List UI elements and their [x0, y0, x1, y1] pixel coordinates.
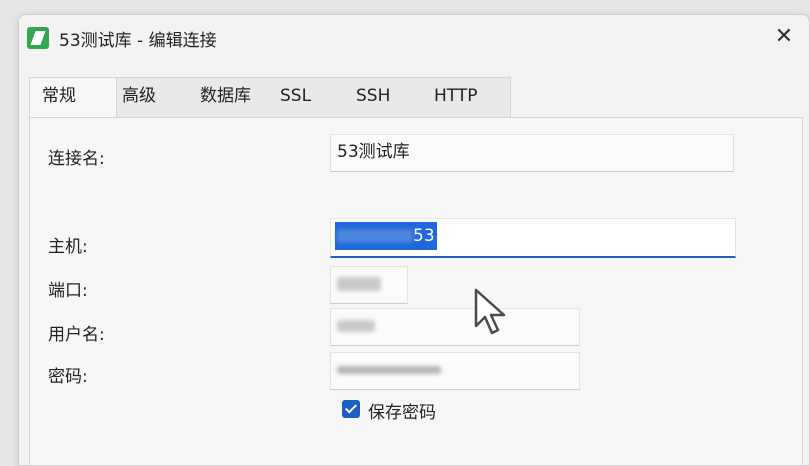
- password-masked: [337, 366, 441, 374]
- port-input[interactable]: [330, 266, 408, 304]
- tab-general-label: 常规: [42, 86, 76, 106]
- window-title: 53测试库 - 编辑连接: [59, 31, 217, 51]
- username-label: 用户名:: [48, 325, 105, 345]
- connection-name-input[interactable]: 53测试库: [330, 134, 734, 172]
- host-selected-text: 53: [335, 222, 437, 250]
- tab-ssl-label: SSL: [280, 86, 312, 106]
- edit-connection-dialog: 53测试库 - 编辑连接 ✕ 常规 高级 数据库 SSL SSH HTTP 连接…: [18, 14, 810, 466]
- app-icon: [27, 27, 49, 49]
- tab-strip: 常规 高级 数据库 SSL SSH HTTP: [29, 77, 511, 119]
- tab-ssh-label: SSH: [356, 86, 391, 106]
- save-password-label[interactable]: 保存密码: [368, 398, 436, 423]
- tab-advanced-label: 高级: [122, 86, 156, 106]
- mouse-pointer-icon: [474, 288, 506, 335]
- tab-database-label: 数据库: [200, 86, 251, 106]
- password-input[interactable]: [330, 352, 580, 390]
- tab-database[interactable]: 数据库: [200, 78, 270, 118]
- connection-name-label: 连接名:: [48, 149, 105, 169]
- close-icon: ✕: [774, 24, 794, 49]
- password-label: 密码:: [48, 367, 88, 387]
- close-button[interactable]: ✕: [771, 24, 797, 50]
- general-panel: 连接名: 53测试库 主机: 53 端口: 用户名: 密码: 保存密码: [29, 117, 803, 465]
- host-redacted: [337, 229, 413, 243]
- username-redacted: [337, 320, 375, 332]
- host-label: 主机:: [48, 237, 88, 257]
- port-redacted: [337, 277, 381, 291]
- username-input[interactable]: [330, 308, 580, 346]
- port-label: 端口:: [48, 281, 88, 301]
- title-bar: 53测试库 - 编辑连接 ✕: [19, 15, 809, 61]
- host-input[interactable]: 53: [330, 218, 736, 258]
- tab-advanced[interactable]: 高级: [122, 78, 182, 118]
- save-password-checkbox[interactable]: [342, 400, 360, 418]
- tab-ssl[interactable]: SSL: [280, 78, 330, 118]
- tab-ssh[interactable]: SSH: [356, 78, 416, 118]
- connection-name-value: 53测试库: [337, 142, 410, 162]
- host-value-suffix: 53: [413, 226, 435, 246]
- tab-http[interactable]: HTTP: [434, 78, 504, 118]
- tab-general[interactable]: 常规: [30, 78, 117, 119]
- tab-http-label: HTTP: [434, 86, 478, 106]
